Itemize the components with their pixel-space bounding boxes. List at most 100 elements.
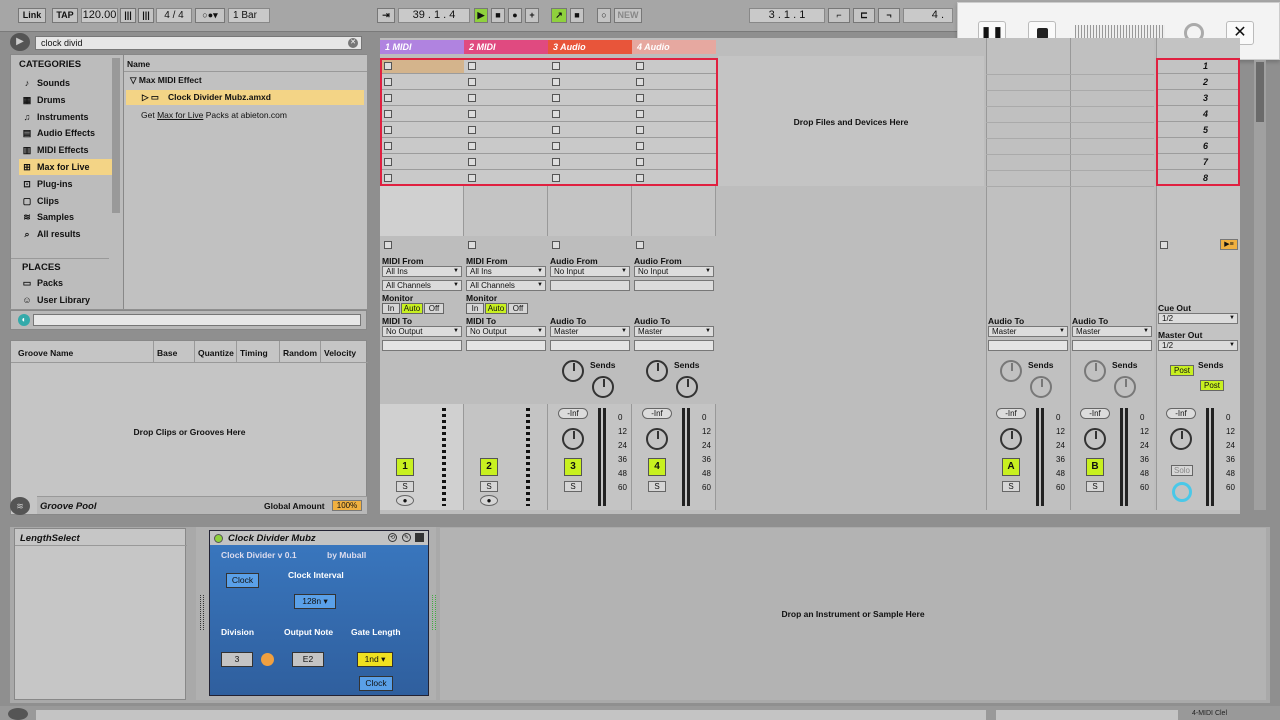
solo-button[interactable]: S [648, 481, 666, 492]
rack-handle-left[interactable] [200, 595, 204, 630]
time-signature-field[interactable]: 4 / 4 [156, 8, 192, 23]
quantization-select[interactable]: 1 Bar [228, 8, 270, 23]
add-icon[interactable]: + [525, 8, 539, 23]
nudge-down-icon[interactable]: ||| [120, 8, 136, 23]
pan-knob[interactable] [562, 428, 584, 450]
solo-button[interactable]: S [1002, 481, 1020, 492]
metronome-button[interactable]: ○●▾ [195, 8, 225, 23]
loop-length-field[interactable]: 4 . [903, 8, 953, 23]
punch-out-icon[interactable]: ¬ [878, 8, 900, 23]
track-header-1[interactable]: 1 MIDI [380, 40, 464, 54]
tempo-field[interactable]: 120.00 [81, 8, 118, 23]
category-midi-effects[interactable]: ▥ MIDI Effects [19, 142, 117, 158]
category-audio-effects[interactable]: ▤ Audio Effects [19, 125, 117, 141]
folder-max-midi-effect[interactable]: ▽ Max MIDI Effect [130, 75, 202, 86]
input-channel-select[interactable] [550, 280, 630, 291]
send-b-knob[interactable] [1114, 376, 1136, 398]
categories-scrollbar[interactable] [112, 58, 120, 213]
name-column-header[interactable]: Name [127, 59, 150, 69]
division-field[interactable]: 3 [221, 652, 253, 667]
input-channel-select[interactable]: All Channels [466, 280, 546, 291]
session-record-icon[interactable]: ▶≡ [1220, 239, 1238, 250]
play-icon[interactable]: ▶ [474, 8, 488, 23]
output-select[interactable]: Master [634, 326, 714, 337]
input-select[interactable]: All Ins [382, 266, 462, 277]
clock-output-button[interactable]: Clock [359, 676, 393, 691]
return-output-select[interactable]: Master [988, 326, 1068, 337]
solo-button[interactable]: S [396, 481, 414, 492]
capture-icon[interactable]: ■ [570, 8, 584, 23]
input-channel-select[interactable]: All Channels [382, 280, 462, 291]
output-note-field[interactable]: E2 [292, 652, 324, 667]
punch-in-icon[interactable]: ⌐ [828, 8, 850, 23]
track-header-4[interactable]: 4 Audio [632, 40, 716, 54]
groove-column-base[interactable]: Base [157, 348, 177, 358]
output-select[interactable]: No Output [466, 326, 546, 337]
output-select[interactable]: Master [550, 326, 630, 337]
output-channel-field[interactable] [550, 340, 630, 351]
solo-button[interactable]: S [564, 481, 582, 492]
category-instruments[interactable]: ♫ Instruments [19, 109, 117, 125]
send-b-knob[interactable] [592, 376, 614, 398]
session-scrollbar[interactable] [1254, 60, 1266, 510]
solo-button[interactable]: S [1086, 481, 1104, 492]
clock-toggle-button[interactable]: Clock [226, 573, 259, 588]
monitor-in-button[interactable]: In [382, 303, 400, 314]
category-samples[interactable]: ≋ Samples [19, 209, 117, 225]
groove-column-timing[interactable]: Timing [240, 348, 268, 358]
loop-icon[interactable]: ○ [597, 8, 611, 23]
groove-toggle-icon[interactable]: ≋ [10, 497, 30, 515]
follow-icon[interactable]: ⇥ [377, 8, 395, 23]
edit-icon[interactable]: ✎ [402, 533, 411, 542]
post-button-b[interactable]: Post [1200, 380, 1224, 391]
scroll-thumb[interactable] [1256, 62, 1264, 122]
category-clips[interactable]: ▢ Clips [19, 193, 117, 209]
nudge-up-icon[interactable]: ||| [138, 8, 154, 23]
rack-handle-right[interactable] [432, 595, 436, 630]
output-select[interactable]: No Output [382, 326, 462, 337]
preview-waveform[interactable] [33, 314, 361, 326]
arm-icon[interactable]: ● [480, 495, 498, 506]
master-pan-knob[interactable] [1170, 428, 1192, 450]
new-clip-button[interactable]: NEW [614, 8, 642, 23]
monitor-off-button[interactable]: Off [508, 303, 528, 314]
output-channel-field[interactable] [382, 340, 462, 351]
send-b-knob[interactable] [1030, 376, 1052, 398]
loop-switch-icon[interactable]: ⊏ [853, 8, 875, 23]
automation-arm-icon[interactable]: ↗ [551, 8, 567, 23]
input-select[interactable]: All Ins [466, 266, 546, 277]
send-a-knob[interactable] [1000, 360, 1022, 382]
record-icon[interactable]: ● [508, 8, 522, 23]
groove-column-quantize[interactable]: Quantize [198, 348, 234, 358]
arm-icon[interactable]: ● [396, 495, 414, 506]
solo-cue-button[interactable]: Solo [1171, 465, 1193, 476]
send-a-knob[interactable] [1084, 360, 1106, 382]
gate-length-select[interactable]: 1nd ▾ [357, 652, 393, 667]
master-volume-field[interactable]: -Inf [1166, 408, 1196, 419]
browser-toggle-icon[interactable]: ▶ [10, 33, 30, 51]
track-activator-4[interactable]: 4 [648, 458, 666, 476]
max-for-live-link[interactable]: Max for Live [157, 110, 203, 120]
groove-column-velocity[interactable]: Velocity [324, 348, 356, 358]
category-plug-ins[interactable]: ⊡ Plug-ins [19, 176, 117, 192]
category-max-for-live[interactable]: ⊞ Max for Live [19, 159, 117, 175]
stop-clips-icon[interactable] [384, 241, 392, 249]
output-channel-field[interactable] [634, 340, 714, 351]
stop-clips-icon[interactable] [468, 241, 476, 249]
stop-all-clips-icon[interactable] [1160, 241, 1168, 249]
master-out-select[interactable]: 1/2 [1158, 340, 1238, 351]
pan-knob[interactable] [1000, 428, 1022, 450]
input-select[interactable]: No Input [550, 266, 630, 277]
track-header-2[interactable]: 2 MIDI [464, 40, 548, 54]
return-output-channel[interactable] [1072, 340, 1152, 351]
track-header-3[interactable]: 3 Audio [548, 40, 632, 54]
cue-volume-knob[interactable] [1172, 482, 1192, 502]
clear-search-icon[interactable]: ✕ [348, 38, 358, 48]
status-toggle-icon[interactable] [8, 708, 28, 720]
place-packs[interactable]: ▭ Packs [19, 275, 117, 291]
hot-swap-icon[interactable]: ⟲ [388, 533, 397, 542]
send-b-knob[interactable] [676, 376, 698, 398]
arrangement-position-field[interactable]: 39 . 1 . 4 [398, 8, 470, 23]
input-select[interactable]: No Input [634, 266, 714, 277]
save-icon[interactable] [415, 533, 424, 542]
